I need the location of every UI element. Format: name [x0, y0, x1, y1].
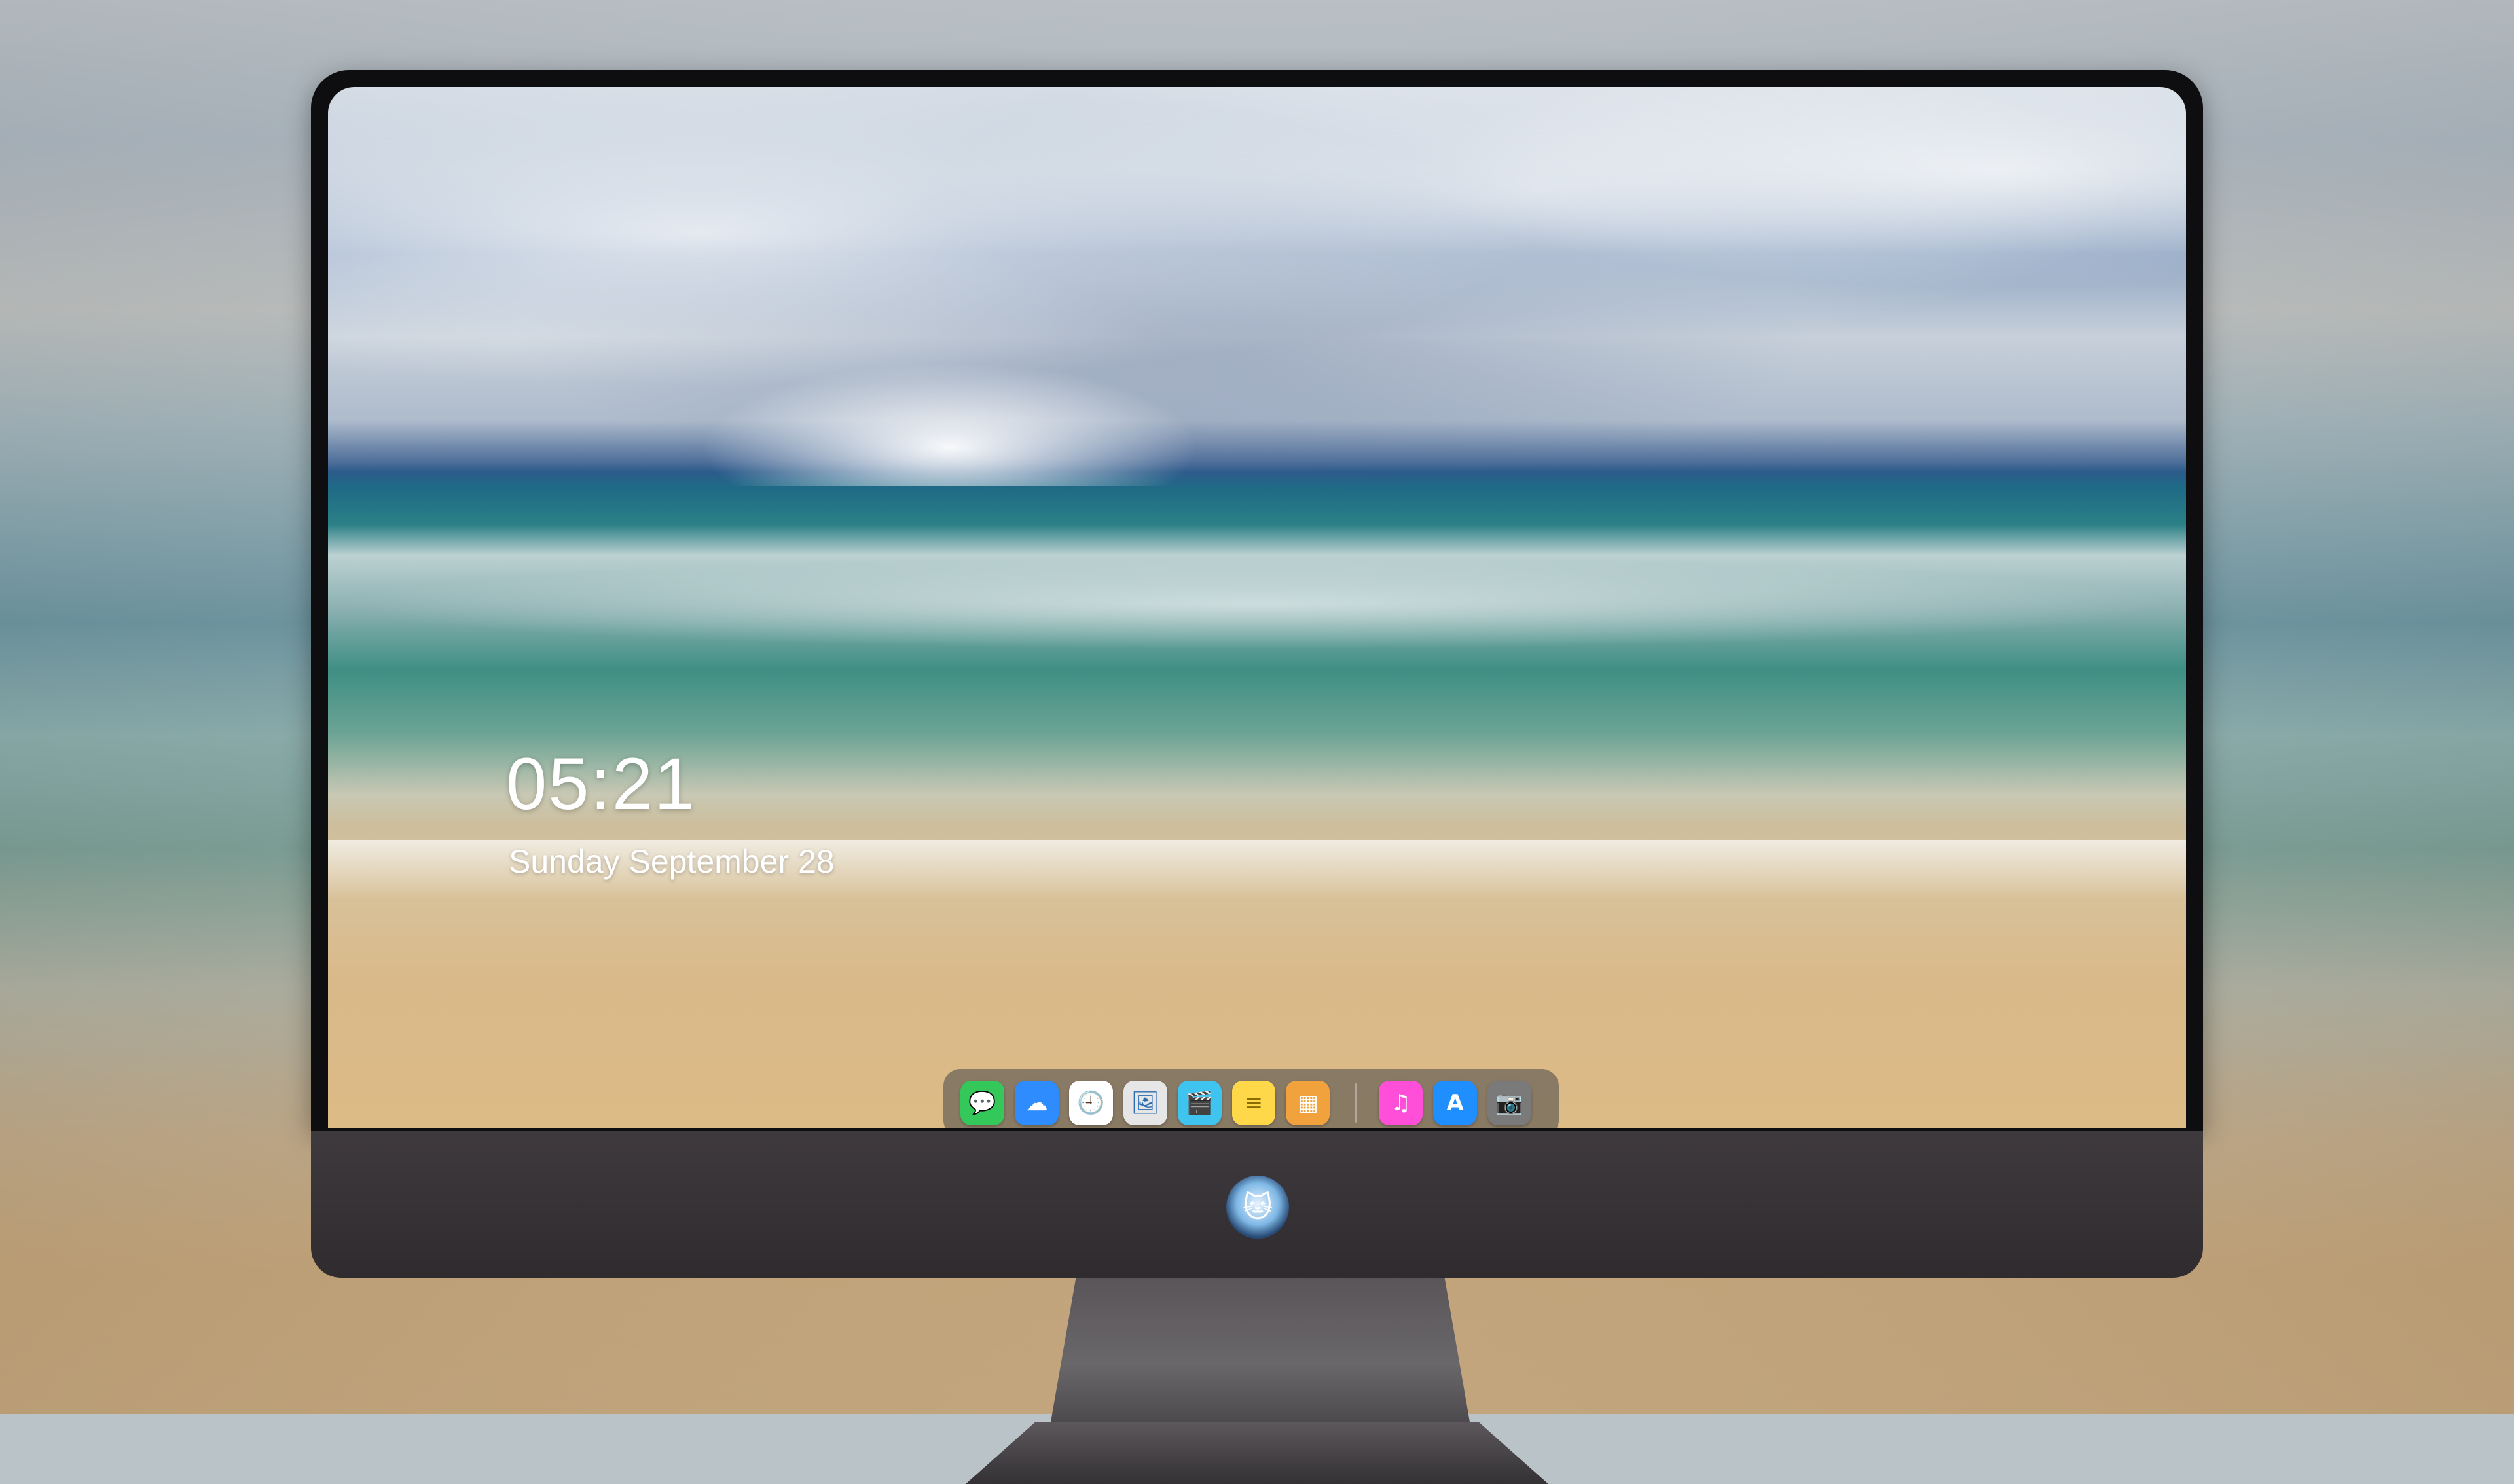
preview-icon[interactable]: 🖼: [1123, 1081, 1167, 1125]
monitor-chin: 🐱: [311, 1131, 2203, 1278]
music-icon[interactable]: ♫: [1379, 1081, 1423, 1125]
dock: 💬 ☁ 🕘 🖼 🎬 ≡ ▦ ♫ A 📷: [943, 1069, 1559, 1128]
monitor: 05:21 Sunday September 28 💬 ☁ 🕘 🖼 🎬 ≡ ▦ …: [311, 70, 2203, 1484]
monitor-stand-neck: [1051, 1278, 1470, 1422]
screen-bezel: 05:21 Sunday September 28 💬 ☁ 🕘 🖼 🎬 ≡ ▦ …: [311, 70, 2203, 1131]
wave-spray: [682, 355, 1218, 486]
clock-icon[interactable]: 🕘: [1068, 1081, 1113, 1125]
app-store-icon[interactable]: A: [1433, 1081, 1478, 1125]
dock-separator: [1355, 1083, 1357, 1123]
messages-icon[interactable]: 💬: [960, 1081, 1004, 1125]
sky-clouds: [328, 87, 2186, 503]
sea-foam: [328, 558, 2186, 650]
monitor-stand-base: [966, 1422, 1548, 1484]
lock-clock: 05:21: [506, 743, 697, 825]
desktop-screen: 05:21 Sunday September 28 💬 ☁ 🕘 🖼 🎬 ≡ ▦ …: [328, 87, 2186, 1128]
notes-icon[interactable]: ≡: [1231, 1081, 1276, 1125]
collage-icon[interactable]: ▦: [1286, 1081, 1330, 1125]
camera-icon[interactable]: 📷: [1487, 1081, 1532, 1125]
weather-icon[interactable]: ☁: [1014, 1081, 1059, 1125]
clapperboard-icon[interactable]: 🎬: [1177, 1081, 1222, 1125]
logo-icon: 🐱: [1226, 1176, 1289, 1239]
lock-date: Sunday September 28: [509, 843, 835, 880]
